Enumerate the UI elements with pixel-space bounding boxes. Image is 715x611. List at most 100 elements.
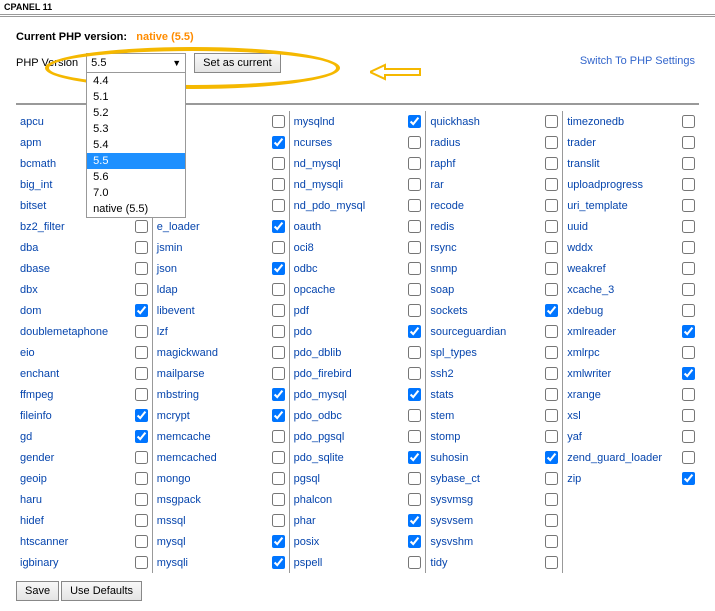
extension-name-link[interactable]: ffmpeg bbox=[20, 389, 53, 401]
extension-checkbox[interactable] bbox=[408, 472, 421, 485]
switch-settings-link[interactable]: Switch To PHP Settings bbox=[580, 55, 695, 67]
extension-checkbox[interactable] bbox=[135, 220, 148, 233]
extension-name-link[interactable]: pdo_mysql bbox=[294, 389, 347, 401]
extension-checkbox[interactable] bbox=[408, 325, 421, 338]
extension-name-link[interactable]: big_int bbox=[20, 179, 52, 191]
extension-name-link[interactable]: xsl bbox=[567, 410, 580, 422]
extension-name-link[interactable]: xcache_3 bbox=[567, 284, 614, 296]
extension-checkbox[interactable] bbox=[545, 367, 558, 380]
extension-name-link[interactable]: sybase_ct bbox=[430, 473, 480, 485]
extension-name-link[interactable]: rsync bbox=[430, 242, 456, 254]
extension-name-link[interactable]: zend_guard_loader bbox=[567, 452, 662, 464]
extension-checkbox[interactable] bbox=[545, 241, 558, 254]
extension-checkbox[interactable] bbox=[408, 157, 421, 170]
extension-checkbox[interactable] bbox=[135, 472, 148, 485]
extension-checkbox[interactable] bbox=[272, 493, 285, 506]
extension-checkbox[interactable] bbox=[682, 472, 695, 485]
extension-checkbox[interactable] bbox=[272, 346, 285, 359]
extension-name-link[interactable]: stomp bbox=[430, 431, 460, 443]
extension-name-link[interactable]: memcache bbox=[157, 431, 211, 443]
extension-name-link[interactable]: igbinary bbox=[20, 557, 59, 569]
extension-checkbox[interactable] bbox=[545, 451, 558, 464]
extension-checkbox[interactable] bbox=[682, 262, 695, 275]
extension-name-link[interactable]: mcrypt bbox=[157, 410, 190, 422]
php-version-option[interactable]: 7.0 bbox=[87, 185, 185, 201]
extension-checkbox[interactable] bbox=[135, 430, 148, 443]
extension-checkbox[interactable] bbox=[545, 430, 558, 443]
extension-checkbox[interactable] bbox=[408, 493, 421, 506]
extension-checkbox[interactable] bbox=[545, 115, 558, 128]
extension-name-link[interactable]: doublemetaphone bbox=[20, 326, 108, 338]
extension-name-link[interactable]: xmlreader bbox=[567, 326, 616, 338]
extension-name-link[interactable]: rar bbox=[430, 179, 443, 191]
extension-name-link[interactable]: pdo_sqlite bbox=[294, 452, 344, 464]
php-version-option[interactable]: 5.5 bbox=[87, 153, 185, 169]
extension-name-link[interactable]: pdo_firebird bbox=[294, 368, 352, 380]
extension-name-link[interactable]: pspell bbox=[294, 557, 323, 569]
extension-name-link[interactable]: recode bbox=[430, 200, 464, 212]
extension-name-link[interactable]: ncurses bbox=[294, 137, 333, 149]
extension-name-link[interactable]: raphf bbox=[430, 158, 455, 170]
php-version-select[interactable]: 5.5 ▼ bbox=[86, 53, 186, 73]
extension-name-link[interactable]: pdo_dblib bbox=[294, 347, 342, 359]
extension-checkbox[interactable] bbox=[682, 157, 695, 170]
extension-name-link[interactable]: lzf bbox=[157, 326, 168, 338]
extension-checkbox[interactable] bbox=[408, 535, 421, 548]
extension-name-link[interactable]: hidef bbox=[20, 515, 44, 527]
extension-name-link[interactable]: mbstring bbox=[157, 389, 199, 401]
extension-checkbox[interactable] bbox=[408, 409, 421, 422]
extension-name-link[interactable]: radius bbox=[430, 137, 460, 149]
extension-checkbox[interactable] bbox=[272, 451, 285, 464]
extension-checkbox[interactable] bbox=[408, 115, 421, 128]
extension-name-link[interactable]: dbx bbox=[20, 284, 38, 296]
extension-checkbox[interactable] bbox=[272, 409, 285, 422]
extension-checkbox[interactable] bbox=[682, 409, 695, 422]
use-defaults-button[interactable]: Use Defaults bbox=[61, 581, 142, 601]
set-as-current-button[interactable]: Set as current bbox=[194, 53, 280, 73]
extension-checkbox[interactable] bbox=[272, 367, 285, 380]
extension-name-link[interactable]: nd_mysqli bbox=[294, 179, 344, 191]
extension-checkbox[interactable] bbox=[682, 430, 695, 443]
extension-checkbox[interactable] bbox=[272, 514, 285, 527]
extension-checkbox[interactable] bbox=[135, 304, 148, 317]
extension-name-link[interactable]: soap bbox=[430, 284, 454, 296]
extension-checkbox[interactable] bbox=[272, 472, 285, 485]
extension-checkbox[interactable] bbox=[272, 157, 285, 170]
extension-checkbox[interactable] bbox=[682, 220, 695, 233]
extension-checkbox[interactable] bbox=[682, 304, 695, 317]
extension-checkbox[interactable] bbox=[408, 346, 421, 359]
extension-name-link[interactable]: fileinfo bbox=[20, 410, 52, 422]
extension-checkbox[interactable] bbox=[682, 367, 695, 380]
extension-checkbox[interactable] bbox=[135, 535, 148, 548]
extension-name-link[interactable]: phar bbox=[294, 515, 316, 527]
extension-checkbox[interactable] bbox=[135, 367, 148, 380]
extension-name-link[interactable]: quickhash bbox=[430, 116, 480, 128]
extension-checkbox[interactable] bbox=[272, 535, 285, 548]
extension-checkbox[interactable] bbox=[272, 178, 285, 191]
extension-name-link[interactable]: xmlrpc bbox=[567, 347, 599, 359]
extension-name-link[interactable]: pgsql bbox=[294, 473, 320, 485]
extension-checkbox[interactable] bbox=[408, 220, 421, 233]
extension-checkbox[interactable] bbox=[135, 241, 148, 254]
extension-checkbox[interactable] bbox=[682, 283, 695, 296]
extension-name-link[interactable]: xmlwriter bbox=[567, 368, 611, 380]
php-version-dropdown[interactable]: 4.45.15.25.35.45.55.67.0native (5.5) bbox=[86, 73, 186, 218]
extension-name-link[interactable]: opcache bbox=[294, 284, 336, 296]
php-version-option[interactable]: 5.6 bbox=[87, 169, 185, 185]
extension-name-link[interactable]: trader bbox=[567, 137, 596, 149]
extension-name-link[interactable]: odbc bbox=[294, 263, 318, 275]
extension-name-link[interactable]: bcmath bbox=[20, 158, 56, 170]
extension-name-link[interactable]: nd_mysql bbox=[294, 158, 341, 170]
extension-checkbox[interactable] bbox=[272, 325, 285, 338]
extension-checkbox[interactable] bbox=[545, 535, 558, 548]
extension-name-link[interactable]: oauth bbox=[294, 221, 322, 233]
extension-checkbox[interactable] bbox=[545, 283, 558, 296]
extension-checkbox[interactable] bbox=[135, 346, 148, 359]
extension-checkbox[interactable] bbox=[408, 430, 421, 443]
extension-checkbox[interactable] bbox=[272, 556, 285, 569]
extension-checkbox[interactable] bbox=[135, 388, 148, 401]
extension-name-link[interactable]: zip bbox=[567, 473, 581, 485]
extension-name-link[interactable]: sourceguardian bbox=[430, 326, 506, 338]
extension-name-link[interactable]: tidy bbox=[430, 557, 447, 569]
extension-checkbox[interactable] bbox=[408, 367, 421, 380]
